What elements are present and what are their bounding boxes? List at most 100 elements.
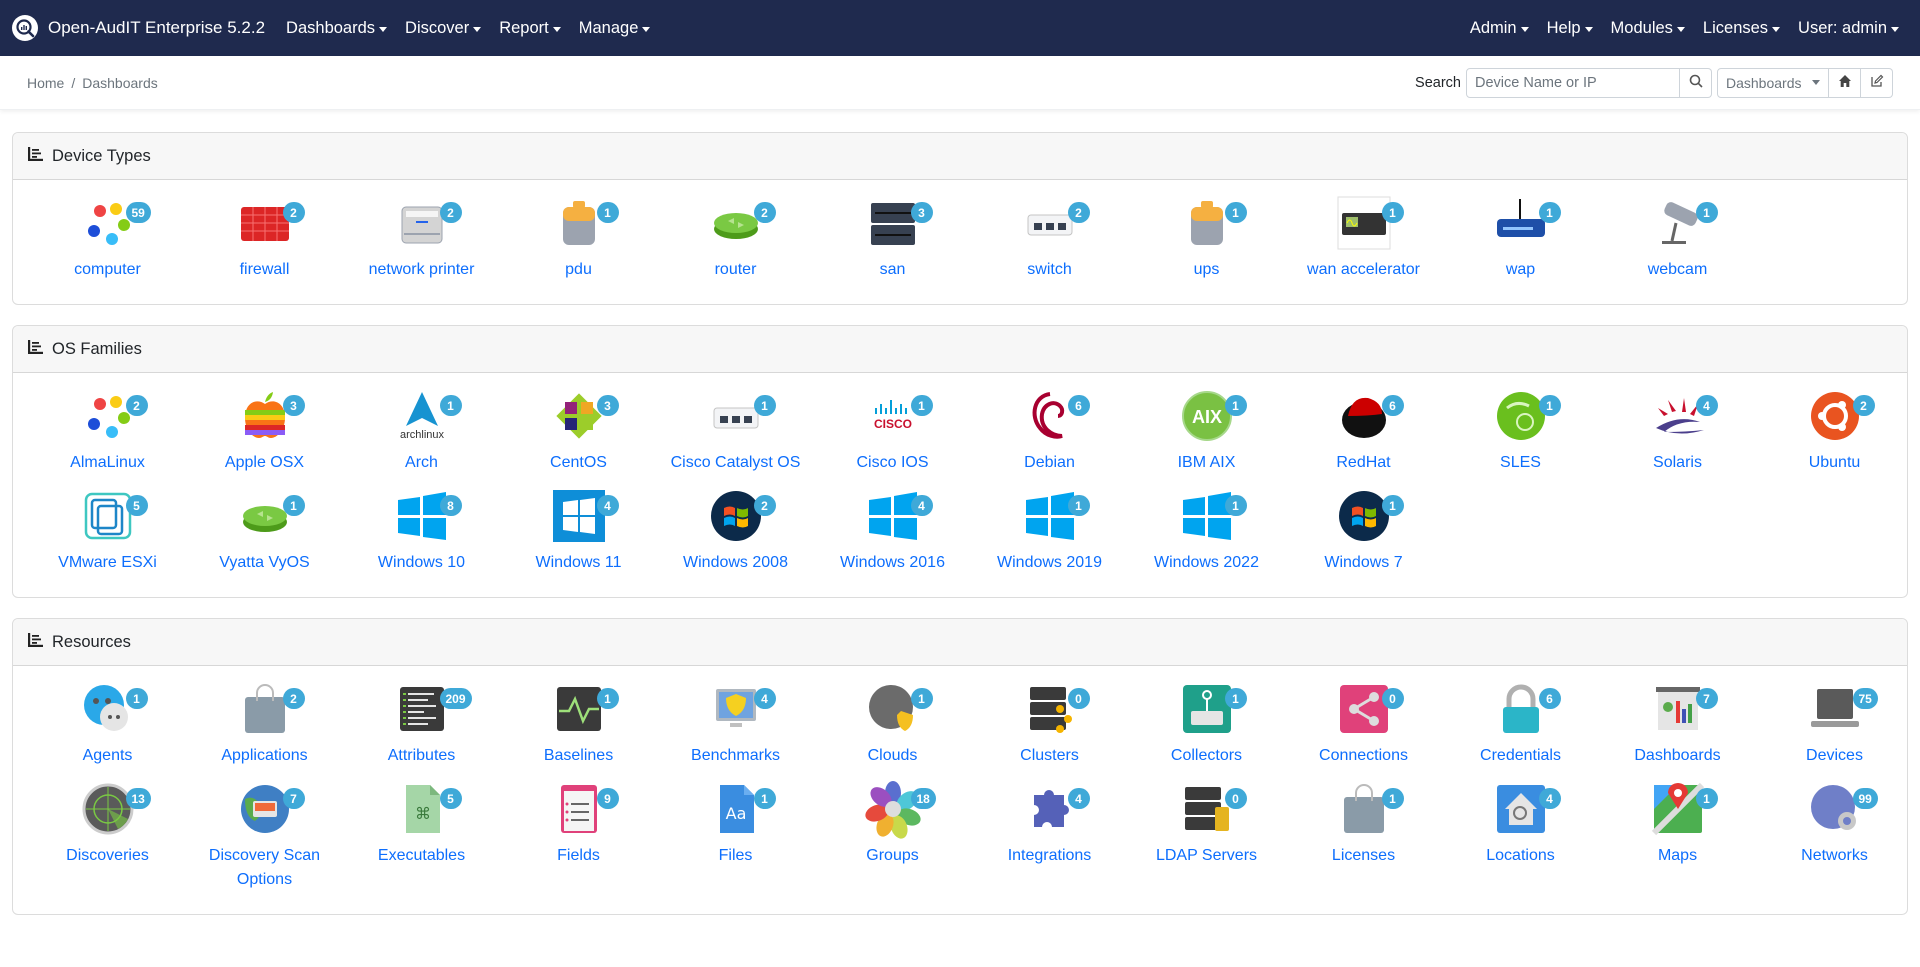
tile-label[interactable]: Dashboards: [1634, 744, 1720, 768]
tile-label[interactable]: Apple OSX: [225, 451, 304, 475]
tile-label[interactable]: Benchmarks: [691, 744, 780, 768]
tile-centos[interactable]: 3 CentOS: [500, 387, 657, 487]
tile-integrations[interactable]: 4 Integrations: [971, 780, 1128, 904]
tile-label[interactable]: Clusters: [1020, 744, 1079, 768]
tile-label[interactable]: Devices: [1806, 744, 1863, 768]
tile-label[interactable]: Cisco Catalyst OS: [671, 451, 801, 475]
tile-arch[interactable]: archlinux 1 Arch: [343, 387, 500, 487]
nav-menu-modules[interactable]: Modules: [1602, 19, 1694, 38]
tile-label[interactable]: webcam: [1648, 258, 1708, 282]
tile-webcam[interactable]: 1 webcam: [1599, 194, 1756, 294]
tile-label[interactable]: Connections: [1319, 744, 1408, 768]
tile-ldap-servers[interactable]: 0 LDAP Servers: [1128, 780, 1285, 904]
tile-devices[interactable]: 75 Devices: [1756, 680, 1913, 780]
tile-label[interactable]: firewall: [240, 258, 290, 282]
tile-vmware-esxi[interactable]: 5 VMware ESXi: [29, 487, 186, 587]
tile-label[interactable]: Locations: [1486, 844, 1555, 868]
tile-label[interactable]: Windows 2022: [1154, 551, 1259, 575]
tile-locations[interactable]: 4 Locations: [1442, 780, 1599, 904]
nav-menu-admin[interactable]: Admin: [1461, 19, 1538, 38]
tile-label[interactable]: Arch: [405, 451, 438, 475]
tile-applications[interactable]: 2 Applications: [186, 680, 343, 780]
tile-label[interactable]: router: [715, 258, 757, 282]
tile-discovery-scan-options[interactable]: 7 Discovery Scan Options: [186, 780, 343, 904]
tile-collectors[interactable]: 1 Collectors: [1128, 680, 1285, 780]
home-button[interactable]: [1829, 67, 1861, 98]
tile-wan-accelerator[interactable]: 1 wan accelerator: [1285, 194, 1442, 294]
tile-label[interactable]: Baselines: [544, 744, 613, 768]
tile-windows-7[interactable]: 1 Windows 7: [1285, 487, 1442, 587]
tile-label[interactable]: Maps: [1658, 844, 1697, 868]
tile-baselines[interactable]: 1 Baselines: [500, 680, 657, 780]
tile-licenses[interactable]: 1 Licenses: [1285, 780, 1442, 904]
tile-pdu[interactable]: 1 pdu: [500, 194, 657, 294]
tile-label[interactable]: wan accelerator: [1307, 258, 1420, 282]
tile-solaris[interactable]: 4 Solaris: [1599, 387, 1756, 487]
tile-agents[interactable]: 1 Agents: [29, 680, 186, 780]
tile-ubuntu[interactable]: 2 Ubuntu: [1756, 387, 1913, 487]
tile-windows-2022[interactable]: 1 Windows 2022: [1128, 487, 1285, 587]
tile-label[interactable]: Executables: [378, 844, 465, 868]
tile-label[interactable]: ups: [1194, 258, 1220, 282]
tile-label[interactable]: IBM AIX: [1178, 451, 1236, 475]
tile-cisco-catalyst-os[interactable]: 1 Cisco Catalyst OS: [657, 387, 814, 487]
nav-menu-user-admin[interactable]: User: admin: [1789, 19, 1908, 38]
tile-label[interactable]: Agents: [83, 744, 133, 768]
tile-label[interactable]: Windows 2019: [997, 551, 1102, 575]
tile-label[interactable]: Collectors: [1171, 744, 1242, 768]
tile-vyatta-vyos[interactable]: 1 Vyatta VyOS: [186, 487, 343, 587]
tile-label[interactable]: Windows 2008: [683, 551, 788, 575]
tile-label[interactable]: Windows 11: [536, 551, 622, 575]
tile-windows-11[interactable]: 4 Windows 11: [500, 487, 657, 587]
tile-label[interactable]: Attributes: [388, 744, 456, 768]
tile-debian[interactable]: 6 Debian: [971, 387, 1128, 487]
tile-cisco-ios[interactable]: CISCO 1 Cisco IOS: [814, 387, 971, 487]
tile-label[interactable]: Groups: [866, 844, 918, 868]
tile-label[interactable]: Windows 10: [378, 551, 465, 575]
tile-label[interactable]: RedHat: [1336, 451, 1390, 475]
nav-menu-help[interactable]: Help: [1538, 19, 1602, 38]
tile-executables[interactable]: ⌘ 5 Executables: [343, 780, 500, 904]
tile-label[interactable]: Applications: [221, 744, 307, 768]
tile-redhat[interactable]: 6 RedHat: [1285, 387, 1442, 487]
tile-label[interactable]: CentOS: [550, 451, 607, 475]
tile-label[interactable]: Credentials: [1480, 744, 1561, 768]
tile-firewall[interactable]: 2 firewall: [186, 194, 343, 294]
nav-menu-report[interactable]: Report: [490, 19, 570, 38]
tile-label[interactable]: Windows 7: [1324, 551, 1402, 575]
tile-ibm-aix[interactable]: AIX 1 IBM AIX: [1128, 387, 1285, 487]
tile-san[interactable]: 3 san: [814, 194, 971, 294]
tile-label[interactable]: Vyatta VyOS: [219, 551, 309, 575]
tile-attributes[interactable]: 209 Attributes: [343, 680, 500, 780]
tile-clouds[interactable]: 1 Clouds: [814, 680, 971, 780]
tile-label[interactable]: Cisco IOS: [856, 451, 928, 475]
tile-label[interactable]: computer: [74, 258, 141, 282]
tile-label[interactable]: Licenses: [1332, 844, 1395, 868]
tile-label[interactable]: Fields: [557, 844, 600, 868]
tile-wap[interactable]: 1 wap: [1442, 194, 1599, 294]
search-input[interactable]: [1466, 67, 1680, 98]
tile-groups[interactable]: 18 Groups: [814, 780, 971, 904]
tile-clusters[interactable]: 0 Clusters: [971, 680, 1128, 780]
tile-fields[interactable]: 9 Fields: [500, 780, 657, 904]
tile-windows-2008[interactable]: 2 Windows 2008: [657, 487, 814, 587]
tile-label[interactable]: switch: [1027, 258, 1071, 282]
tile-label[interactable]: Discoveries: [66, 844, 149, 868]
tile-maps[interactable]: 1 Maps: [1599, 780, 1756, 904]
tile-connections[interactable]: 0 Connections: [1285, 680, 1442, 780]
search-button[interactable]: [1680, 67, 1712, 98]
tile-windows-10[interactable]: 8 Windows 10: [343, 487, 500, 587]
tile-label[interactable]: VMware ESXi: [58, 551, 157, 575]
tile-label[interactable]: Debian: [1024, 451, 1075, 475]
edit-button[interactable]: [1861, 67, 1893, 98]
tile-label[interactable]: san: [880, 258, 906, 282]
tile-ups[interactable]: 1 ups: [1128, 194, 1285, 294]
breadcrumb-home[interactable]: Home: [27, 75, 64, 91]
tile-label[interactable]: Files: [719, 844, 753, 868]
tile-label[interactable]: Discovery Scan Options: [195, 844, 335, 892]
tile-almalinux[interactable]: 2 AlmaLinux: [29, 387, 186, 487]
tile-label[interactable]: network printer: [369, 258, 475, 282]
tile-label[interactable]: Solaris: [1653, 451, 1702, 475]
tile-label[interactable]: pdu: [565, 258, 592, 282]
nav-menu-dashboards[interactable]: Dashboards: [277, 19, 396, 38]
